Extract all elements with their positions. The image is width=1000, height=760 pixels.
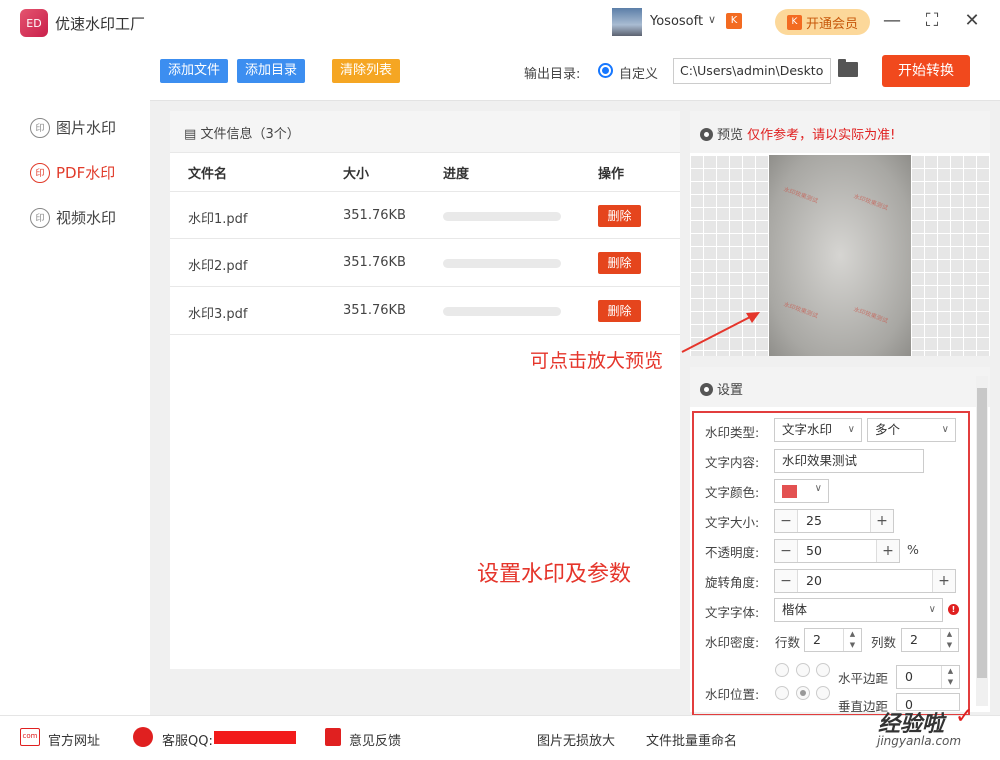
batch-rename-link[interactable]: 文件批量重命名 [646,730,737,749]
column-header-progress: 进度 [443,167,470,182]
settings-title: 设置 [700,379,743,398]
settings-scrollbar[interactable] [976,376,988,706]
custom-radio[interactable] [598,63,613,78]
title-bar: ED 优速水印工厂 Yososoft ∨ K K 开通会员 — ⛶ ✕ [0,0,1000,45]
toolbar: 添加文件 添加目录 清除列表 输出目录: 自定义 C:\Users\admin\… [150,45,1000,101]
file-size: 351.76KB [343,255,406,270]
annotation-set-params: 设置水印及参数 [477,562,632,587]
watermark-sample: 水印效果测试 [782,185,819,205]
vip-label: 开通会员 [805,16,858,32]
feedback-link[interactable]: 意见反馈 [349,730,401,749]
sidebar: 印 图片水印 印 PDF水印 印 视频水印 [0,45,150,715]
vip-icon: K [726,13,742,29]
customer-service-icon [133,727,153,747]
file-name: 水印2.pdf [188,259,248,274]
delete-button[interactable]: 删除 [598,300,641,322]
annotation-click-zoom: 可点击放大预览 [530,350,664,372]
table-row: 水印3.pdf 351.76KB 删除 [170,287,680,335]
preview-canvas[interactable]: 水印效果测试 水印效果测试 水印效果测试 水印效果测试 [690,155,990,356]
table-row: 水印2.pdf 351.76KB 删除 [170,239,680,287]
gear-icon [700,128,713,141]
progress-bar [443,212,561,221]
seal-icon: 印 [30,117,50,138]
website-icon: com [20,728,40,746]
watermark-sample: 水印效果测试 [852,192,889,212]
delete-button[interactable]: 删除 [598,205,641,227]
maximize-button[interactable]: ⛶ [921,10,943,32]
sidebar-item-pdf-watermark[interactable]: 印 PDF水印 [30,162,115,183]
sidebar-item-label: 图片水印 [56,119,117,137]
check-icon: ✓ [955,704,974,729]
column-header-action: 操作 [598,167,625,182]
preview-title: 预览 仅作参考，请以实际为准! [700,124,895,143]
qq-redacted [214,731,296,744]
scrollbar-thumb[interactable] [977,388,987,678]
file-size: 351.76KB [343,208,406,223]
vip-k-icon: K [786,14,802,30]
sidebar-item-image-watermark[interactable]: 印 图片水印 [30,117,116,138]
sidebar-item-label: 视频水印 [56,209,117,227]
image-upscale-link[interactable]: 图片无损放大 [537,730,615,749]
gear-icon [700,383,713,396]
seal-icon: 印 [30,162,50,183]
preview-panel: 预览 仅作参考，请以实际为准! 水印效果测试 水印效果测试 水印效果测试 水印效… [690,111,990,356]
sidebar-item-label: PDF水印 [56,164,116,182]
file-name: 水印3.pdf [188,307,248,322]
progress-bar [443,307,561,316]
preview-page-thumbnail[interactable]: 水印效果测试 水印效果测试 水印效果测试 水印效果测试 [769,155,911,356]
watermark-sample: 水印效果测试 [782,300,819,320]
start-convert-button[interactable]: 开始转换 [882,55,970,87]
site-watermark-url: jingyanla.com [877,734,962,748]
file-panel-title: ▤ 文件信息（3个） [184,127,300,142]
feedback-icon [325,728,341,746]
seal-icon: 印 [30,207,50,228]
footer: com 官方网址 客服QQ: 意见反馈 图片无损放大 文件批量重命名 [0,715,1000,760]
clear-list-button[interactable]: 清除列表 [332,59,401,83]
column-header-size: 大小 [343,167,370,182]
app-logo: ED [20,9,48,37]
user-avatar[interactable] [612,8,642,36]
file-name: 水印1.pdf [188,212,248,227]
file-size: 351.76KB [343,303,406,318]
output-path-input[interactable]: C:\Users\admin\Deskto [673,58,831,84]
settings-header: 设置 [690,367,990,407]
progress-bar [443,259,561,268]
minimize-button[interactable]: — [881,10,903,32]
output-dir-label: 输出目录: [524,67,581,82]
delete-button[interactable]: 删除 [598,252,641,274]
file-panel-header: ▤ 文件信息（3个） [170,111,680,153]
sidebar-item-video-watermark[interactable]: 印 视频水印 [30,207,116,228]
watermark-sample: 水印效果测试 [852,305,889,325]
document-icon: ▤ [184,127,197,142]
chevron-down-icon[interactable]: ∨ [708,13,716,26]
qq-label: 客服QQ: [162,734,213,749]
table-row: 水印1.pdf 351.76KB 删除 [170,191,680,239]
settings-highlight-box [692,411,970,716]
custom-radio-label: 自定义 [619,67,659,82]
vip-button[interactable]: K 开通会员 [775,9,870,35]
username[interactable]: Yososoft [650,14,703,29]
add-file-button[interactable]: 添加文件 [160,59,229,83]
column-header-filename: 文件名 [188,167,228,182]
close-button[interactable]: ✕ [961,10,983,32]
website-link[interactable]: 官方网址 [48,730,100,749]
app-title: 优速水印工厂 [55,15,146,33]
preview-header: 预览 仅作参考，请以实际为准! [690,111,990,153]
preview-warning: 仅作参考，请以实际为准! [747,128,896,143]
folder-icon[interactable] [838,59,858,77]
add-directory-button[interactable]: 添加目录 [237,59,306,83]
